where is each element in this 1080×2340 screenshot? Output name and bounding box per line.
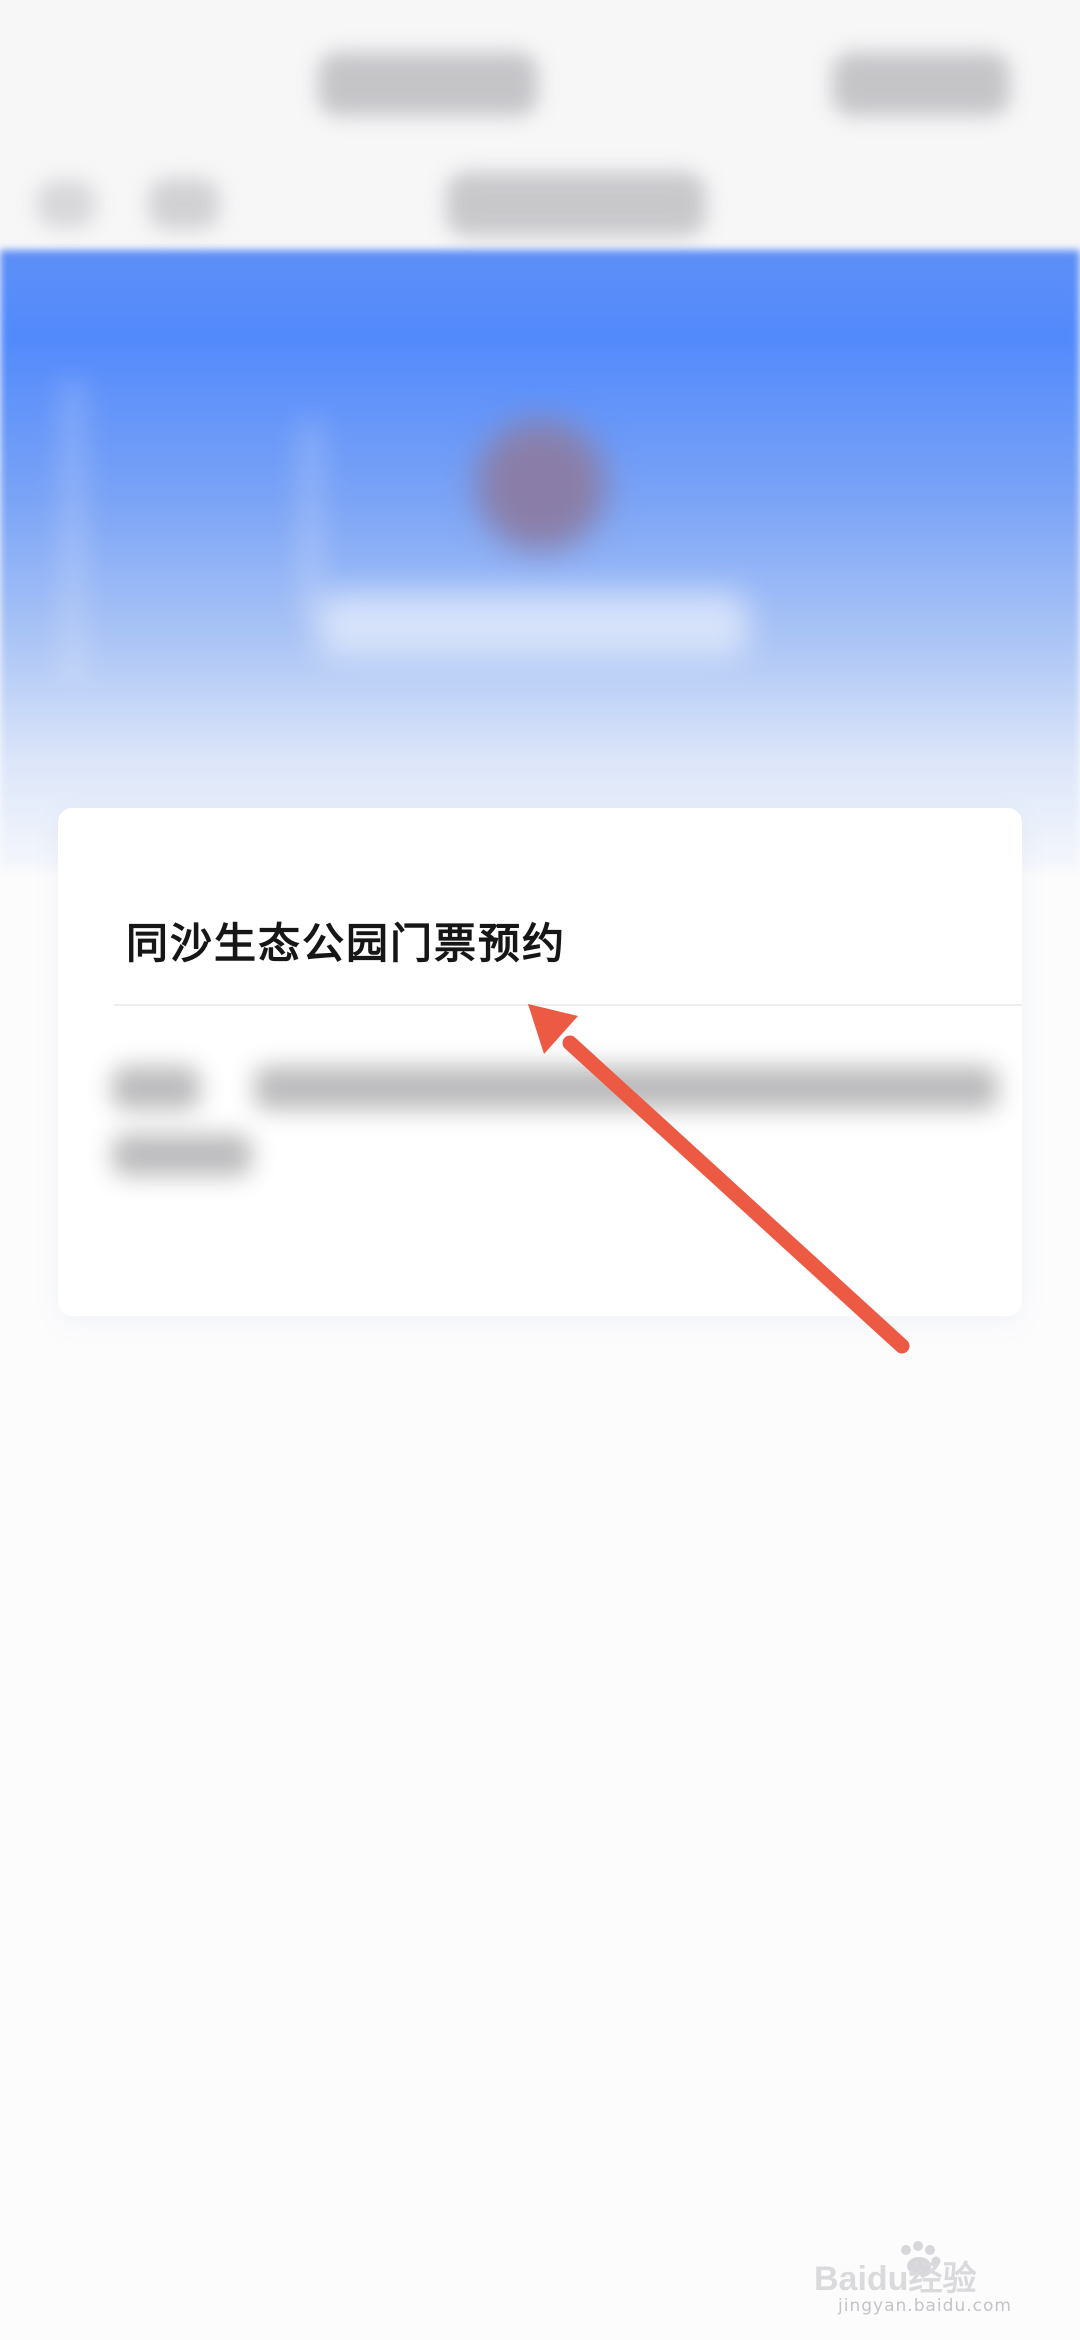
watermark-url: jingyan.baidu.com xyxy=(838,2296,1012,2316)
baidu-watermark: Baidu经验 jingyan.baidu.com xyxy=(810,2220,1040,2320)
hero-title-blurred xyxy=(318,592,748,656)
close-button-blurred[interactable] xyxy=(148,178,220,230)
card-divider xyxy=(114,1004,1022,1006)
organization-logo xyxy=(476,420,606,550)
back-button-blurred[interactable] xyxy=(36,180,96,228)
baidu-paw-icon: Baidu经验 xyxy=(814,2241,976,2298)
page-title-blurred xyxy=(446,172,706,236)
card-description-blurred xyxy=(254,1066,998,1110)
card-description-blurred xyxy=(112,1134,252,1176)
hero-decoration xyxy=(62,380,84,680)
top-left-blurred-item xyxy=(318,52,538,116)
top-right-blurred-item xyxy=(832,52,1010,116)
hero-decoration xyxy=(300,420,322,620)
card-title[interactable]: 同沙生态公园门票预约 xyxy=(126,910,566,971)
service-card: 同沙生态公园门票预约 xyxy=(58,808,1022,1316)
card-description-blurred xyxy=(112,1066,200,1110)
top-navigation-bar xyxy=(0,0,1080,270)
watermark-logo-text: Baidu经验 xyxy=(814,2259,976,2298)
hero-banner xyxy=(0,250,1080,870)
